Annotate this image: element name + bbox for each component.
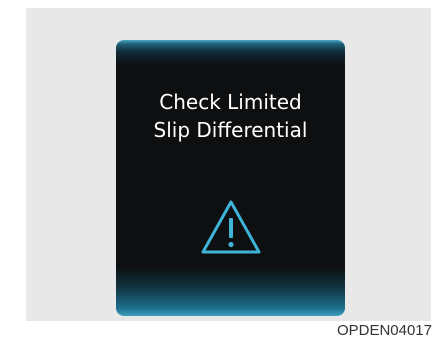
warning-message-line-1: Check Limited [159,90,302,114]
warning-message-line-2: Slip Differential [153,118,308,142]
figure-code: OPDEN04017 [336,322,432,339]
warning-triangle-icon [201,200,261,254]
cluster-display: Check Limited Slip Differential [116,40,345,316]
